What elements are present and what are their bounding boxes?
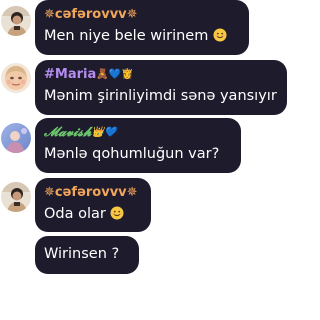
smiling-face-icon [110, 206, 124, 226]
message-text: Men niye bele wirinem [44, 27, 240, 48]
sender-name-text: ✵cəfərovvv✵ [44, 185, 138, 200]
message-bubble[interactable]: #Maria🧸💙👸 Mənim şirinliyimdi sənə yansıy… [35, 60, 287, 115]
avatar[interactable] [1, 63, 31, 93]
message-text: Mənim şirinliyimdi sənə yansıyır [44, 88, 277, 104]
sender-decoration-emoji: 👑💙 [91, 127, 117, 138]
sender-name-text: #Maria [44, 67, 97, 82]
avatar[interactable] [1, 6, 31, 36]
avatar[interactable] [1, 123, 31, 153]
sender-name[interactable]: ✵cəfərovvv✵ [44, 7, 240, 23]
smiling-face-icon [213, 28, 227, 48]
message-bubble[interactable]: ✵cəfərovvv✵ Men niye bele wirinem [35, 0, 249, 55]
sender-name[interactable]: 𝓜𝓪𝓿𝓲𝓼𝓱👑💙 [44, 125, 232, 141]
message-text-content: Oda olar [44, 206, 106, 222]
avatar[interactable] [1, 182, 31, 212]
sender-name[interactable]: ✵cəfərovvv✵ [44, 185, 142, 201]
message-text: Oda olar [44, 205, 142, 226]
message-text: Wirinsen ? [44, 246, 120, 262]
sender-decoration-emoji: 🧸💙👸 [96, 69, 134, 80]
message-bubble[interactable]: Wirinsen ? [35, 236, 139, 274]
message-text-content: Men niye bele wirinem [44, 28, 209, 44]
user-photo-icon [1, 63, 31, 93]
message-bubble[interactable]: ✵cəfərovvv✵ Oda olar [35, 178, 151, 232]
message-bubble[interactable]: 𝓜𝓪𝓿𝓲𝓼𝓱👑💙 Mənlə qohumluğun var? [35, 118, 241, 173]
chat-thread: ✵cəfərovvv✵ Men niye bele wirinem #Maria… [0, 0, 300, 320]
user-photo-icon [1, 182, 31, 212]
sender-name[interactable]: #Maria🧸💙👸 [44, 67, 278, 83]
sender-name-text: ✵cəfərovvv✵ [44, 7, 138, 22]
user-photo-icon [1, 123, 31, 153]
message-text: Mənlə qohumluğun var? [44, 146, 220, 162]
sender-name-text: 𝓜𝓪𝓿𝓲𝓼𝓱 [44, 125, 92, 140]
user-photo-icon [1, 6, 31, 36]
